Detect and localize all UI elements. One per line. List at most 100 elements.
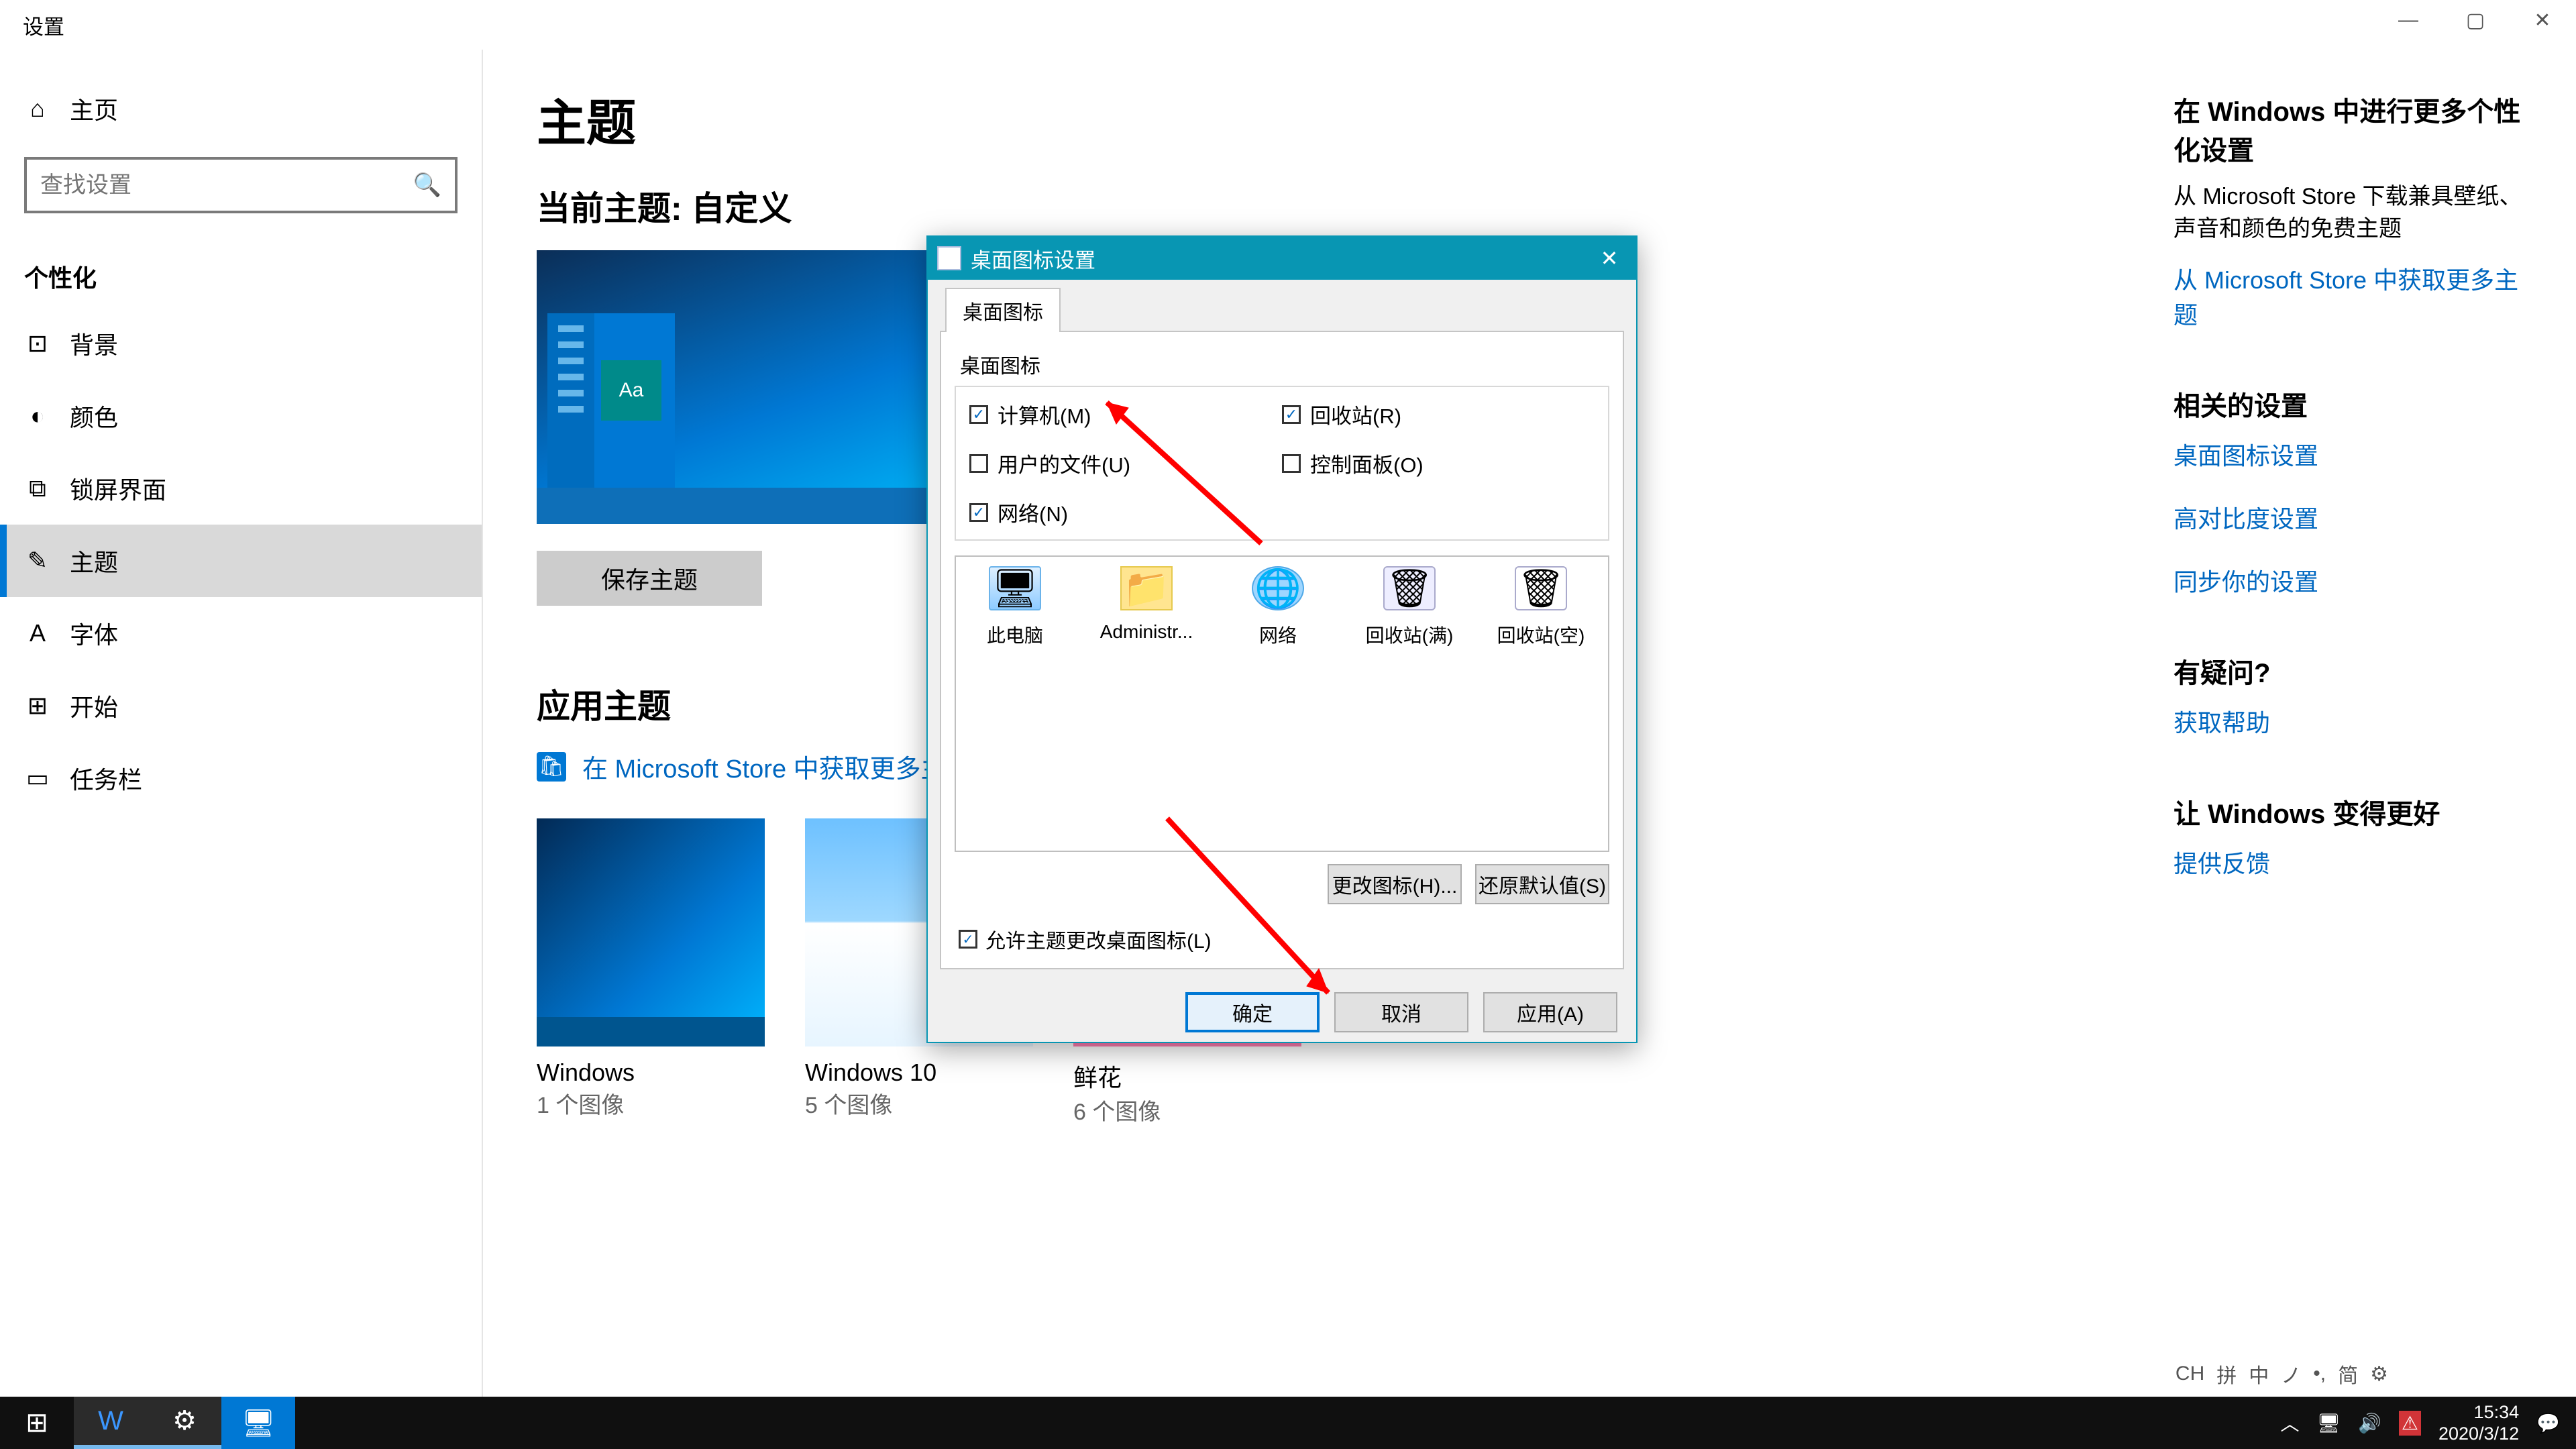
dialog-title: 桌面图标设置 [971, 244, 1095, 274]
minimize-button[interactable]: — [2375, 0, 2442, 40]
nav-label: 背景 [70, 326, 118, 361]
home-icon: ⌂ [24, 95, 51, 123]
chk-label: 网络(N) [998, 497, 1068, 527]
search-box[interactable]: 🔍 [24, 157, 458, 213]
page-title: 主题 [537, 83, 2120, 155]
chk-recycle[interactable]: ✓回收站(R) [1282, 399, 1595, 429]
chk-label: 用户的文件(U) [998, 448, 1130, 478]
ok-button[interactable]: 确定 [1185, 992, 1320, 1032]
theme-count: 1 个图像 [537, 1087, 765, 1120]
nav-label: 任务栏 [70, 761, 142, 796]
taskbar-clock[interactable]: 15:34 2020/3/12 [2438, 1401, 2519, 1445]
chk-computer[interactable]: ✓计算机(M) [969, 399, 1282, 429]
dialog-icon [937, 246, 961, 270]
dialog-titlebar[interactable]: 桌面图标设置 [928, 237, 1636, 280]
nav-label: 字体 [70, 616, 118, 651]
taskbar-app-wps[interactable]: W [74, 1397, 148, 1449]
icon-preview-list[interactable]: 🖥此电脑 📁Administr... 🌐网络 🗑回收站(满) 🗑回收站(空) [955, 555, 1609, 852]
start-icon: ⊞ [24, 692, 51, 720]
allow-themes-label: 允许主题更改桌面图标(L) [985, 924, 1212, 954]
rp-heading-feedback: 让 Windows 变得更好 [2174, 792, 2536, 831]
font-icon: A [24, 619, 51, 647]
store-icon: 🛍 [537, 752, 566, 782]
taskbar-app-display[interactable]: 🖥 [221, 1397, 295, 1449]
icon-recycle-empty[interactable]: 🗑回收站(空) [1494, 566, 1588, 648]
nav-category: 个性化 [0, 213, 482, 307]
rp-link-sync[interactable]: 同步你的设置 [2174, 563, 2536, 598]
theme-name: Windows [537, 1059, 765, 1087]
preview-tile: Aa [601, 360, 661, 421]
store-link[interactable]: 在 Microsoft Store 中获取更多主题 [582, 748, 972, 785]
rp-heading-related: 相关的设置 [2174, 384, 2536, 423]
chk-controlpanel[interactable]: 控制面板(O) [1282, 448, 1595, 478]
rp-link-store[interactable]: 从 Microsoft Store 中获取更多主题 [2174, 261, 2536, 331]
lockscreen-icon: ⧉ [24, 474, 51, 503]
nav-taskbar[interactable]: ▭ 任务栏 [0, 742, 482, 814]
nav-label: 主题 [70, 543, 118, 578]
taskbar: ⊞ W ⚙ 🖥 ︿ 🖥 🔊 ⚠ 15:34 2020/3/12 💬 [0, 1397, 2576, 1449]
taskbar-app-settings[interactable]: ⚙ [148, 1397, 221, 1449]
maximize-button[interactable]: ▢ [2442, 0, 2509, 40]
sidebar: ⌂ 主页 🔍 个性化 ⊡ 背景 ◐ 颜色 ⧉ 锁屏界面 ✎ 主题 [0, 50, 483, 1397]
restore-defaults-button[interactable]: 还原默认值(S) [1475, 864, 1609, 904]
save-theme-button[interactable]: 保存主题 [537, 551, 762, 606]
rp-heading-personalize: 在 Windows 中进行更多个性化设置 [2174, 90, 2536, 168]
rp-heading-help: 有疑问? [2174, 651, 2536, 690]
nav-colors[interactable]: ◐ 颜色 [0, 380, 482, 452]
nav-start[interactable]: ⊞ 开始 [0, 669, 482, 742]
rp-link-feedback[interactable]: 提供反馈 [2174, 845, 2536, 879]
tray-chevron-icon[interactable]: ︿ [2280, 1409, 2299, 1436]
ime-indicator-strip[interactable]: CH 拼 中 ノ •, 简 ⚙ [2176, 1359, 2388, 1389]
dialog-close-button[interactable]: ✕ [1582, 237, 1636, 280]
nav-home[interactable]: ⌂ 主页 [0, 76, 482, 141]
clock-time: 15:34 [2438, 1401, 2519, 1423]
chk-userfiles[interactable]: 用户的文件(U) [969, 448, 1282, 478]
icon-user-folder[interactable]: 📁Administr... [1099, 566, 1193, 643]
rp-link-help[interactable]: 获取帮助 [2174, 704, 2536, 739]
group-label: 桌面图标 [960, 350, 1609, 379]
chk-allow-themes[interactable]: ✓ [959, 930, 977, 949]
chk-network[interactable]: ✓网络(N) [969, 497, 1282, 527]
change-icon-button[interactable]: 更改图标(H)... [1328, 864, 1462, 904]
search-input[interactable] [40, 172, 413, 199]
palette-icon: ◐ [24, 402, 51, 430]
icon-label: 回收站(满) [1362, 621, 1456, 648]
rp-link-high-contrast[interactable]: 高对比度设置 [2174, 500, 2536, 535]
search-icon: 🔍 [413, 172, 441, 199]
rp-desc: 从 Microsoft Store 下载兼具壁纸、声音和颜色的免费主题 [2174, 181, 2536, 245]
nav-home-label: 主页 [70, 91, 118, 126]
theme-count: 6 个图像 [1073, 1093, 1301, 1126]
clock-date: 2020/3/12 [2438, 1423, 2519, 1444]
start-button[interactable]: ⊞ [0, 1397, 74, 1449]
nav-background[interactable]: ⊡ 背景 [0, 307, 482, 380]
tray-network-icon[interactable]: 🖥 [2316, 1412, 2341, 1434]
nav-fonts[interactable]: A 字体 [0, 597, 482, 669]
nav-label: 开始 [70, 688, 118, 723]
rp-link-desktop-icons[interactable]: 桌面图标设置 [2174, 437, 2536, 472]
icon-recycle-full[interactable]: 🗑回收站(满) [1362, 566, 1456, 648]
nav-lockscreen[interactable]: ⧉ 锁屏界面 [0, 452, 482, 525]
checkbox-group: ✓计算机(M) ✓回收站(R) 用户的文件(U) 控制面板(O) ✓网络(N) [955, 386, 1609, 541]
icon-network[interactable]: 🌐网络 [1231, 566, 1325, 648]
window-title: 设置 [23, 10, 64, 40]
current-theme-heading: 当前主题: 自定义 [537, 182, 2120, 230]
taskbar-nav-icon: ▭ [24, 764, 51, 792]
tray-security-icon[interactable]: ⚠ [2399, 1411, 2421, 1436]
theme-count: 5 个图像 [805, 1087, 1033, 1120]
theme-thumb [537, 818, 765, 1046]
chk-label: 计算机(M) [998, 399, 1091, 429]
theme-name: Windows 10 [805, 1059, 1033, 1087]
icon-label: 此电脑 [968, 621, 1062, 648]
cancel-button[interactable]: 取消 [1334, 992, 1468, 1032]
nav-themes[interactable]: ✎ 主题 [0, 525, 482, 597]
theme-name: 鲜花 [1073, 1059, 1301, 1093]
nav-label: 颜色 [70, 398, 118, 433]
close-button[interactable]: ✕ [2509, 0, 2576, 40]
action-center-icon[interactable]: 💬 [2536, 1412, 2560, 1434]
theme-card-windows[interactable]: Windows 1 个图像 [537, 818, 765, 1126]
related-pane: 在 Windows 中进行更多个性化设置 从 Microsoft Store 下… [2174, 50, 2576, 1397]
tray-volume-icon[interactable]: 🔊 [2358, 1412, 2381, 1434]
dialog-tab-desktop-icons[interactable]: 桌面图标 [945, 288, 1061, 332]
icon-this-pc[interactable]: 🖥此电脑 [968, 566, 1062, 648]
apply-button[interactable]: 应用(A) [1483, 992, 1617, 1032]
